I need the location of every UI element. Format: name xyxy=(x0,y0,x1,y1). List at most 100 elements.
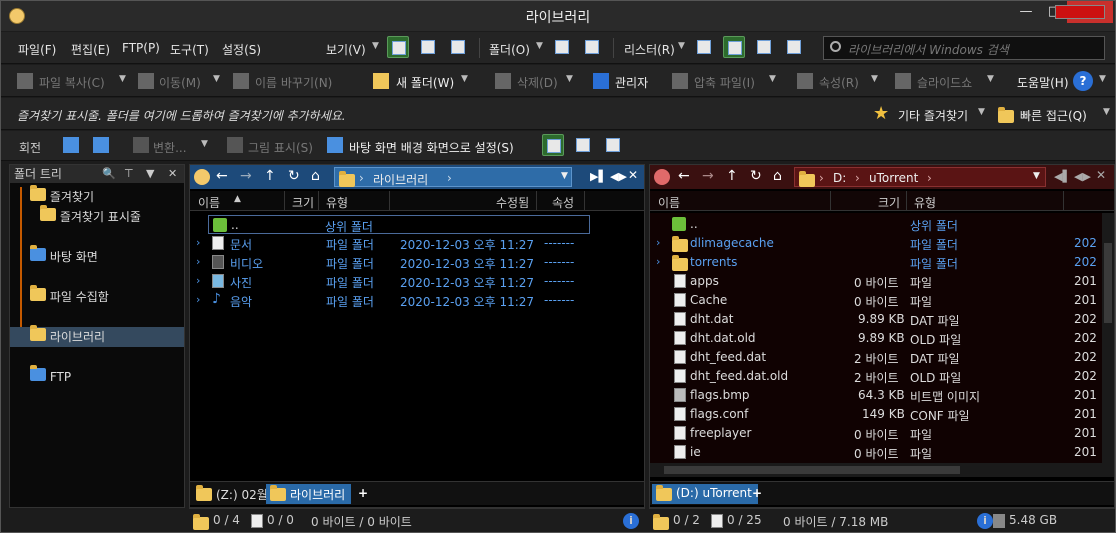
view-thumbs-icon[interactable] xyxy=(417,36,439,58)
col-modified[interactable]: 수정됨 xyxy=(496,194,529,211)
refresh-icon[interactable]: ↻ xyxy=(288,168,300,184)
rotate-left-icon[interactable] xyxy=(63,137,79,153)
info-icon[interactable]: i xyxy=(623,513,639,529)
sync-icon[interactable]: ◀▌ xyxy=(1054,170,1071,183)
folder-layout-icon[interactable] xyxy=(551,36,573,58)
new-tab-button[interactable]: + xyxy=(352,484,374,504)
list-item[interactable]: flags.bmp 64.3 KB 비트맵 이미지 201 xyxy=(650,386,1114,405)
list-item[interactable]: .. 상위 폴더 xyxy=(650,215,1114,234)
list-item[interactable]: dht.dat.old 9.89 KB OLD 파일 202 xyxy=(650,329,1114,348)
tree-item-favorites[interactable]: 즐겨찾기 xyxy=(30,185,94,205)
list-item[interactable]: dht_feed.dat 2 바이트 DAT 파일 202 xyxy=(650,348,1114,367)
menu-settings[interactable]: 설정(S) xyxy=(222,41,261,58)
chevron-down-icon[interactable]: ▼ xyxy=(566,74,573,84)
rotate-right-icon[interactable] xyxy=(93,137,109,153)
horizontal-scrollbar[interactable] xyxy=(650,463,1114,477)
forward-icon[interactable]: → xyxy=(702,168,714,184)
tab-z-drive[interactable]: (Z:) 02월 xyxy=(192,484,274,504)
list-item[interactable]: freeplayer 0 바이트 파일 201 xyxy=(650,424,1114,443)
slideshow-button[interactable]: 슬라이드쇼 xyxy=(917,74,972,91)
tree-item-ftp[interactable]: FTP xyxy=(30,365,71,384)
new-folder-button[interactable]: 새 폴더(W) xyxy=(396,74,454,91)
home-icon[interactable]: ⌂ xyxy=(773,168,782,184)
chevron-down-icon[interactable]: ▼ xyxy=(769,74,776,84)
forward-icon[interactable]: → xyxy=(240,168,252,184)
properties-button[interactable]: 속성(R) xyxy=(819,74,859,91)
expand-icon[interactable]: › xyxy=(196,293,200,306)
list-item[interactable]: dht.dat 9.89 KB DAT 파일 202 xyxy=(650,310,1114,329)
info-icon[interactable]: i xyxy=(977,513,993,529)
lister-tree-icon[interactable] xyxy=(753,36,775,58)
image-view-a-icon[interactable] xyxy=(542,134,564,156)
close-icon[interactable]: ✕ xyxy=(628,168,638,182)
new-tab-button[interactable]: + xyxy=(746,484,768,504)
image-view-c-icon[interactable] xyxy=(602,134,624,156)
home-icon[interactable]: ⌂ xyxy=(311,168,320,184)
list-item[interactable]: › ♪ 음악 파일 폴더 2020-12-03 오후 11:27 ------- xyxy=(190,291,644,310)
copy-button[interactable]: 파일 복사(C) xyxy=(39,74,105,91)
lister-single-icon[interactable] xyxy=(693,36,715,58)
path-segment[interactable]: 라이브러리 xyxy=(373,171,428,188)
list-item[interactable]: .. 상위 폴더 xyxy=(208,215,590,234)
close-icon[interactable]: ✕ xyxy=(1096,168,1106,182)
list-item[interactable]: apps 0 바이트 파일 201 xyxy=(650,272,1114,291)
tree-item-desktop[interactable]: 바탕 화면 xyxy=(30,245,98,265)
tab-library[interactable]: 라이브러리 xyxy=(266,484,352,504)
path-segment-dir[interactable]: uTorrent xyxy=(869,171,918,185)
admin-button[interactable]: 관리자 xyxy=(615,74,648,91)
tree-item-favorites-bar[interactable]: 즐겨찾기 표시줄 xyxy=(40,205,141,225)
expand-icon[interactable]: › xyxy=(656,255,660,268)
move-button[interactable]: 이동(M) xyxy=(159,74,201,91)
list-item[interactable]: › 사진 파일 폴더 2020-12-03 오후 11:27 ------- xyxy=(190,272,644,291)
view-details-icon[interactable] xyxy=(387,36,409,58)
chevron-down-icon[interactable]: ▼ xyxy=(536,41,543,51)
chevron-down-icon[interactable]: ▼ xyxy=(119,74,126,84)
menu-file[interactable]: 파일(F) xyxy=(18,41,56,58)
pin-icon[interactable]: ⊤ xyxy=(124,165,134,183)
convert-button[interactable]: 변환... xyxy=(153,139,187,156)
set-wallpaper-button[interactable]: 바탕 화면 배경 화면으로 설정(S) xyxy=(349,139,514,156)
image-view-b-icon[interactable] xyxy=(572,134,594,156)
chevron-down-icon[interactable]: ▼ xyxy=(201,139,208,149)
right-path-field[interactable]: › D: › uTorrent › ▼ xyxy=(794,167,1046,187)
list-item[interactable]: › torrents 파일 폴더 202 xyxy=(650,253,1114,272)
col-size[interactable]: 크기 xyxy=(878,194,900,211)
col-attr[interactable]: 속성 xyxy=(552,194,574,211)
lister-dual-icon[interactable] xyxy=(723,36,745,58)
lister-preview-icon[interactable] xyxy=(783,36,805,58)
menu-view[interactable]: 보기(V) xyxy=(326,41,366,58)
refresh-icon[interactable]: ↻ xyxy=(750,168,762,184)
menu-edit[interactable]: 편집(E) xyxy=(71,41,110,58)
col-type[interactable]: 유형 xyxy=(326,194,348,211)
menu-tools[interactable]: 도구(T) xyxy=(170,41,209,58)
chevron-down-icon[interactable]: ▼ xyxy=(871,74,878,84)
help-menu[interactable]: 도움말(H) xyxy=(1017,74,1069,91)
tree-item-library[interactable]: 라이브러리 xyxy=(10,325,184,347)
menu-ftp[interactable]: FTP(P) xyxy=(122,41,160,55)
back-icon[interactable]: ← xyxy=(678,168,690,184)
expand-icon[interactable]: › xyxy=(196,274,200,287)
chevron-down-icon[interactable]: ▼ xyxy=(978,107,985,117)
tab-utorrent[interactable]: (D:) uTorrent xyxy=(652,484,758,504)
tree-item-collection[interactable]: 파일 수집함 xyxy=(30,285,109,305)
quick-access-button[interactable]: 빠른 접근(Q) xyxy=(1020,107,1087,124)
chevron-down-icon[interactable]: ▼ xyxy=(372,41,379,51)
chevron-down-icon[interactable]: ▼ xyxy=(461,74,468,84)
chevron-down-icon[interactable]: ▼ xyxy=(987,74,994,84)
folder-dual-icon[interactable] xyxy=(581,36,603,58)
expand-icon[interactable]: › xyxy=(196,236,200,249)
chevron-down-icon[interactable]: ▼ xyxy=(561,171,568,181)
swap-icon[interactable]: ◀▶ xyxy=(610,170,627,183)
minimize-button[interactable]: — xyxy=(1013,1,1039,23)
swap-icon[interactable]: ◀▶ xyxy=(1074,170,1091,183)
sync-icon[interactable]: ▶▌ xyxy=(590,170,607,183)
col-name[interactable]: 이름 xyxy=(198,194,220,211)
search-input[interactable]: 라이브러리에서 Windows 검색 xyxy=(823,36,1105,60)
menu-folder[interactable]: 폴더(O) xyxy=(489,41,530,58)
menu-lister[interactable]: 리스터(R) xyxy=(624,41,675,58)
show-image-button[interactable]: 그림 표시(S) xyxy=(248,139,313,156)
chevron-down-icon[interactable]: ▼ xyxy=(146,165,154,183)
up-icon[interactable]: ↑ xyxy=(726,168,738,184)
chevron-down-icon[interactable]: ▼ xyxy=(1033,171,1040,181)
chevron-down-icon[interactable]: ▼ xyxy=(678,41,685,51)
